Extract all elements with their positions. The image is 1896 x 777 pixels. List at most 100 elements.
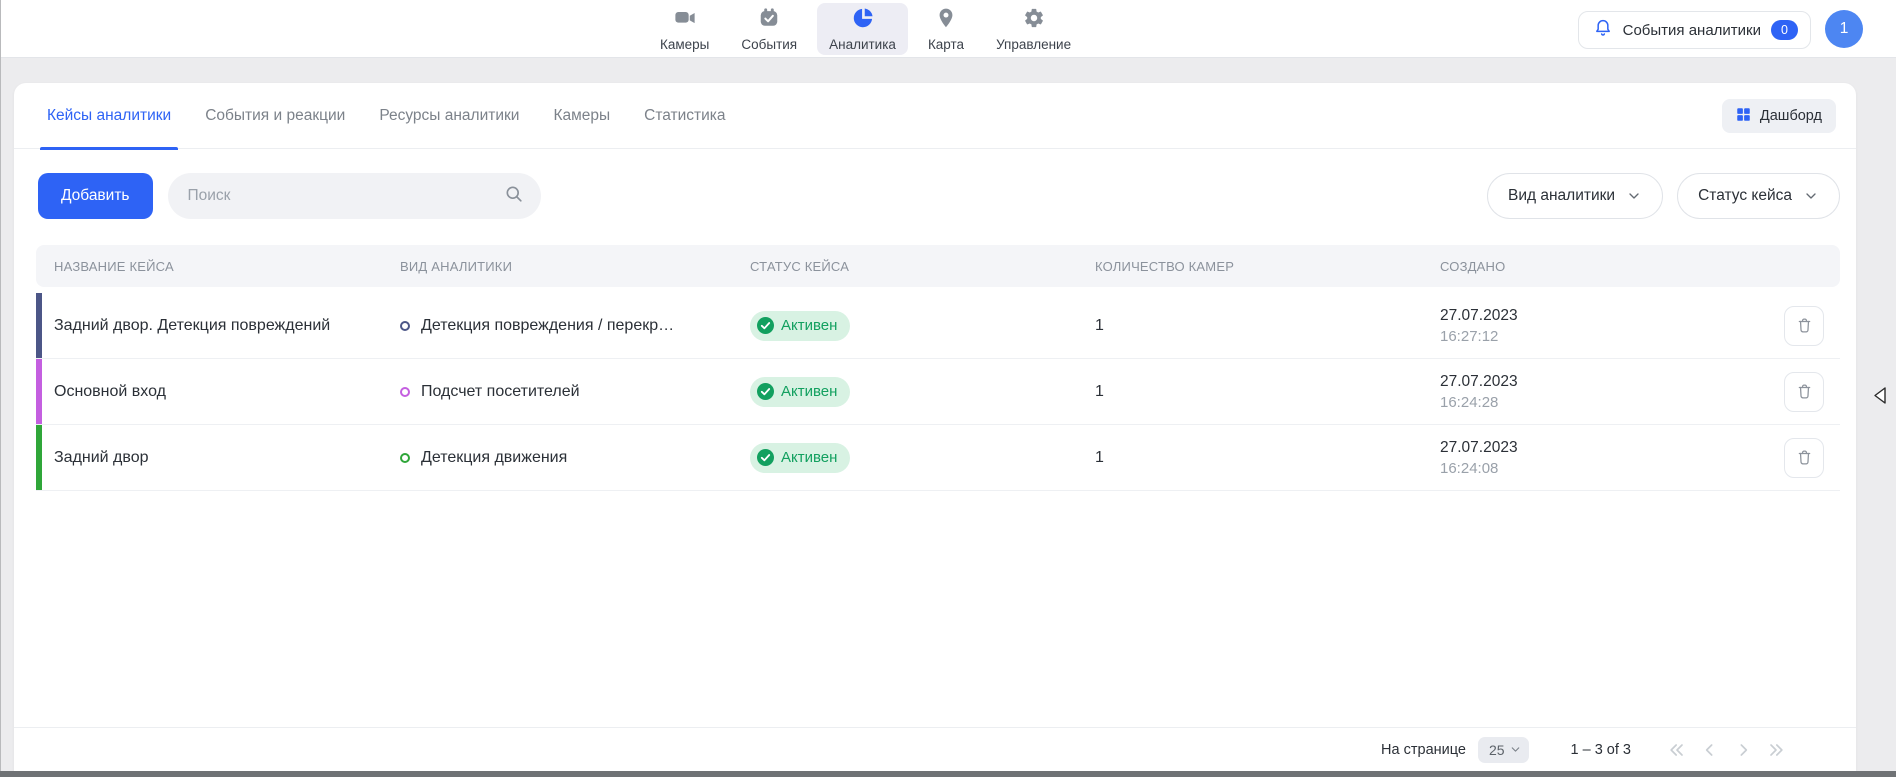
next-page-button[interactable] <box>1733 740 1753 760</box>
case-status-cell: Активен <box>750 377 1095 407</box>
trash-icon <box>1795 316 1814 335</box>
table-row[interactable]: Основной вход Подсчет посетителей Активе… <box>36 359 1840 425</box>
chevron-down-icon <box>1803 188 1819 204</box>
chevron-left-icon <box>1700 740 1720 760</box>
tab-analytics-cases[interactable]: Кейсы аналитики <box>47 83 171 149</box>
table-header: НАЗВАНИЕ КЕЙСА ВИД АНАЛИТИКИ СТАТУС КЕЙС… <box>36 245 1840 287</box>
row-accent-bar <box>36 293 42 358</box>
case-status-cell: Активен <box>750 443 1095 473</box>
double-chevron-left-icon <box>1667 740 1687 760</box>
analytics-events-label: События аналитики <box>1623 22 1761 39</box>
first-page-button[interactable] <box>1667 740 1687 760</box>
gear-icon <box>1023 7 1045 34</box>
type-ring-icon <box>400 387 410 397</box>
status-label: Активен <box>781 383 837 400</box>
nav-item-map[interactable]: Карта <box>916 3 976 55</box>
bell-icon <box>1593 18 1613 42</box>
search-icon <box>504 184 524 209</box>
status-badge: Активен <box>750 377 850 407</box>
cases-table: НАЗВАНИЕ КЕЙСА ВИД АНАЛИТИКИ СТАТУС КЕЙС… <box>36 245 1840 491</box>
chevron-right-icon <box>1733 740 1753 760</box>
table-row[interactable]: Задний двор. Детекция повреждений Детекц… <box>36 293 1840 359</box>
search-input[interactable] <box>188 187 504 205</box>
column-header-cameras: КОЛИЧЕСТВО КАМЕР <box>1095 259 1440 274</box>
check-circle-icon <box>757 317 774 334</box>
filter-analytics-type[interactable]: Вид аналитики <box>1487 173 1663 219</box>
tab-events-reactions[interactable]: События и реакции <box>205 83 345 149</box>
dashboard-grid-icon <box>1736 107 1751 126</box>
nav-item-events[interactable]: События <box>729 3 809 55</box>
analytics-events-button[interactable]: События аналитики 0 <box>1578 11 1811 49</box>
status-label: Активен <box>781 449 837 466</box>
tab-cameras[interactable]: Камеры <box>553 83 610 149</box>
check-circle-icon <box>757 383 774 400</box>
case-type: Детекция повреждения / перекр… <box>400 317 750 335</box>
nav-label: События <box>741 37 797 52</box>
search-field[interactable] <box>168 173 541 219</box>
case-type: Детекция движения <box>400 449 750 467</box>
top-bar: Камеры События Аналитика Карта Управлени… <box>0 0 1896 58</box>
filters: Вид аналитики Статус кейса <box>1487 173 1840 219</box>
toolbar: Добавить Вид аналитики Статус кейса <box>38 173 1840 219</box>
nav-item-management[interactable]: Управление <box>984 3 1083 55</box>
filter-label: Вид аналитики <box>1508 187 1615 205</box>
mouse-cursor <box>1872 386 1888 409</box>
nav-item-cameras[interactable]: Камеры <box>648 3 721 55</box>
type-label: Подсчет посетителей <box>421 383 580 401</box>
row-accent-bar <box>36 359 42 424</box>
delete-case-button[interactable] <box>1784 372 1824 412</box>
created-time: 16:27:12 <box>1440 328 1784 345</box>
created-cell: 27.07.2023 16:27:12 <box>1440 307 1784 345</box>
table-row[interactable]: Задний двор Детекция движения Активен 1 … <box>36 425 1840 491</box>
column-header-name: НАЗВАНИЕ КЕЙСА <box>54 259 400 274</box>
created-time: 16:24:28 <box>1440 394 1784 411</box>
created-date: 27.07.2023 <box>1440 373 1784 391</box>
trash-icon <box>1795 382 1814 401</box>
camera-count: 1 <box>1095 383 1440 401</box>
pagination-range: 1 – 3 of 3 <box>1571 742 1631 758</box>
filter-case-status[interactable]: Статус кейса <box>1677 173 1840 219</box>
chevron-down-icon <box>1626 188 1642 204</box>
created-cell: 27.07.2023 16:24:08 <box>1440 439 1784 477</box>
previous-page-button[interactable] <box>1700 740 1720 760</box>
case-type: Подсчет посетителей <box>400 383 750 401</box>
filter-label: Статус кейса <box>1698 187 1792 205</box>
add-button[interactable]: Добавить <box>38 173 153 219</box>
tab-statistics[interactable]: Статистика <box>644 83 725 149</box>
column-header-status: СТАТУС КЕЙСА <box>750 259 1095 274</box>
delete-case-button[interactable] <box>1784 306 1824 346</box>
tab-analytics-resources[interactable]: Ресурсы аналитики <box>379 83 519 149</box>
per-page-label: На странице <box>1381 742 1466 758</box>
status-label: Активен <box>781 317 837 334</box>
column-header-type: ВИД АНАЛИТИКИ <box>400 259 750 274</box>
window-left-edge <box>0 0 1 777</box>
map-pin-icon <box>935 7 957 34</box>
double-chevron-right-icon <box>1766 740 1786 760</box>
last-page-button[interactable] <box>1766 740 1786 760</box>
dashboard-label: Дашборд <box>1760 108 1822 124</box>
table-footer: На странице 25 1 – 3 of 3 <box>14 727 1856 771</box>
created-date: 27.07.2023 <box>1440 307 1784 325</box>
nav-label: Аналитика <box>829 37 896 52</box>
case-name: Задний двор <box>54 449 400 467</box>
created-date: 27.07.2023 <box>1440 439 1784 457</box>
delete-case-button[interactable] <box>1784 438 1824 478</box>
case-status-cell: Активен <box>750 311 1095 341</box>
trash-icon <box>1795 448 1814 467</box>
nav-item-analytics[interactable]: Аналитика <box>817 3 908 55</box>
created-time: 16:24:08 <box>1440 460 1784 477</box>
user-avatar[interactable]: 1 <box>1825 10 1863 48</box>
type-label: Детекция движения <box>421 449 567 467</box>
check-circle-icon <box>757 449 774 466</box>
pie-chart-icon <box>852 7 874 34</box>
dashboard-button[interactable]: Дашборд <box>1722 99 1836 133</box>
tabs-bar: Кейсы аналитики События и реакции Ресурс… <box>14 83 1856 149</box>
per-page-select[interactable]: 25 <box>1478 737 1529 763</box>
status-badge: Активен <box>750 443 850 473</box>
type-label: Детекция повреждения / перекр… <box>421 317 674 335</box>
created-cell: 27.07.2023 16:24:28 <box>1440 373 1784 411</box>
notifications-count-badge: 0 <box>1771 20 1798 40</box>
camera-count: 1 <box>1095 449 1440 467</box>
video-camera-icon <box>674 7 696 34</box>
camera-count: 1 <box>1095 317 1440 335</box>
